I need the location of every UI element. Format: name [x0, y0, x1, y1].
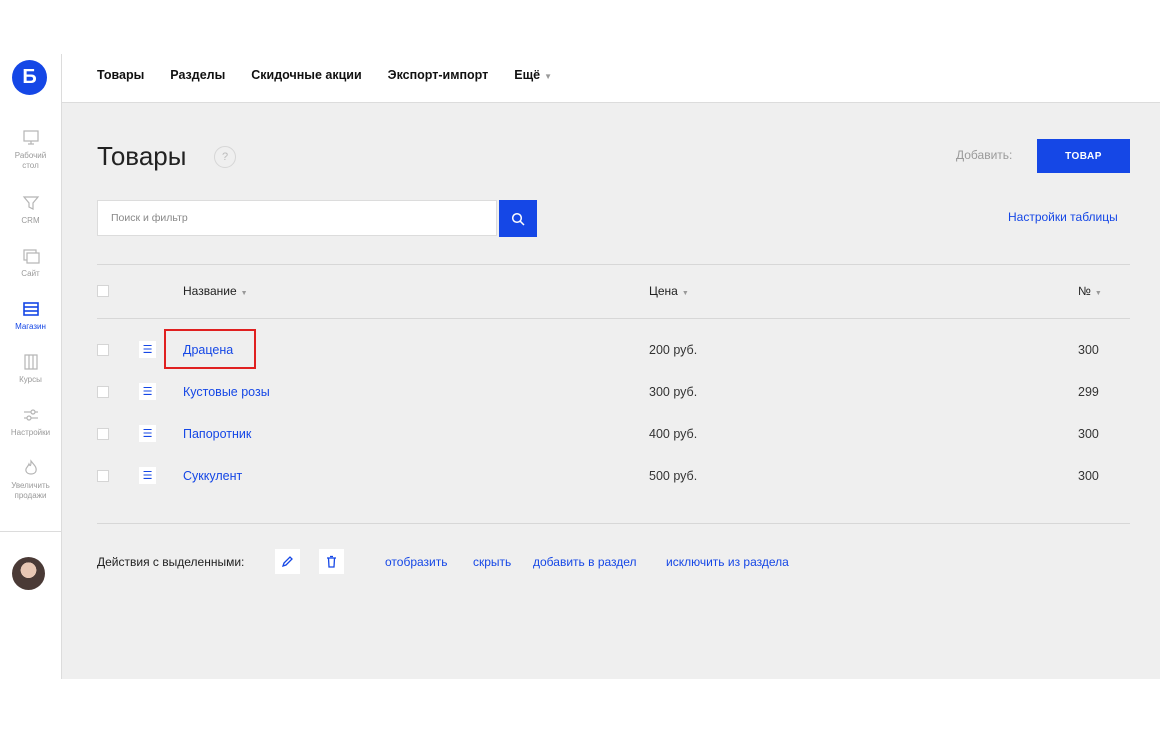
row-menu-icon[interactable]: ☰	[139, 383, 156, 400]
search-input[interactable]	[98, 201, 491, 235]
product-number: 299	[1078, 385, 1099, 399]
shop-icon	[22, 302, 39, 316]
sidebar-item-label: продажи	[14, 491, 47, 500]
product-price: 400 руб.	[649, 427, 698, 441]
desktop-icon	[22, 130, 39, 145]
column-header-price[interactable]: Цена ▼	[649, 284, 689, 298]
flame-icon	[24, 459, 37, 475]
row-menu-icon[interactable]: ☰	[139, 467, 156, 484]
sidebar-item-label: CRM	[21, 216, 40, 225]
product-name-link[interactable]: Суккулент	[183, 469, 242, 483]
row-checkbox[interactable]	[97, 344, 109, 356]
product-price: 200 руб.	[649, 343, 698, 357]
product-name-link[interactable]: Кустовые розы	[183, 385, 270, 399]
row-menu-icon[interactable]: ☰	[139, 425, 156, 442]
topnav-item-export-import[interactable]: Экспорт-импорт	[388, 68, 489, 82]
product-price: 500 руб.	[649, 469, 698, 483]
add-to-section-link[interactable]: добавить в раздел	[533, 555, 637, 569]
sidebar-item-label: Магазин	[15, 322, 46, 331]
divider	[97, 318, 1130, 319]
top-bar: Товары Разделы Скидочные акции Экспорт-и…	[62, 54, 1160, 103]
table-settings-link[interactable]: Настройки таблицы	[1008, 210, 1118, 224]
column-header-label: №	[1078, 284, 1091, 298]
sidebar-divider	[0, 531, 61, 532]
table-row: ☰ Папоротник 400 руб. 300	[62, 425, 1160, 470]
sidebar-item-site[interactable]: Сайт	[0, 247, 61, 279]
highlight-box	[164, 329, 256, 369]
row-menu-icon[interactable]: ☰	[139, 341, 156, 358]
courses-icon	[23, 354, 38, 370]
avatar[interactable]	[12, 557, 45, 590]
sidebar-item-label: Увеличить	[11, 481, 50, 490]
funnel-icon	[22, 196, 39, 210]
hide-link[interactable]: скрыть	[473, 555, 511, 569]
sidebar-item-label: Настройки	[10, 428, 51, 437]
pencil-icon	[281, 556, 293, 568]
add-product-button[interactable]: ТОВАР	[1037, 139, 1130, 173]
topnav-item-sections[interactable]: Разделы	[170, 68, 225, 82]
top-nav: Товары Разделы Скидочные акции Экспорт-и…	[97, 68, 552, 82]
topnav-item-products[interactable]: Товары	[97, 68, 144, 82]
product-number: 300	[1078, 469, 1099, 483]
sidebar-item-label: Рабочий	[14, 151, 47, 160]
row-checkbox[interactable]	[97, 386, 109, 398]
topnav-more-label: Ещё	[514, 68, 541, 82]
search-box	[97, 200, 497, 236]
main-content: Товары ? Добавить: ТОВАР Настройки табли…	[62, 103, 1160, 679]
sidebar-item-boost-sales[interactable]: Увеличить продажи	[0, 459, 61, 501]
sort-caret-icon: ▼	[1094, 290, 1102, 297]
topnav-item-more[interactable]: Ещё ▼	[514, 68, 552, 82]
column-header-label: Цена	[649, 284, 678, 298]
sidebar-item-crm[interactable]: CRM	[0, 194, 61, 226]
sidebar-item-courses[interactable]: Курсы	[0, 353, 61, 385]
trash-icon	[327, 555, 336, 568]
sidebar-item-label: Курсы	[19, 375, 42, 384]
sidebar-item-settings[interactable]: Настройки	[0, 406, 61, 438]
divider	[97, 523, 1130, 524]
column-header-number[interactable]: № ▼	[1078, 284, 1102, 298]
show-link[interactable]: отобразить	[385, 555, 447, 569]
table-row: ☰ Кустовые розы 300 руб. 299	[62, 383, 1160, 428]
sidebar-item-desktop[interactable]: Рабочий стол	[0, 129, 61, 171]
search-button[interactable]	[499, 200, 537, 237]
column-header-name[interactable]: Название ▼	[183, 284, 248, 298]
page-title: Товары	[97, 141, 187, 171]
row-checkbox[interactable]	[97, 428, 109, 440]
sort-caret-icon: ▼	[240, 290, 248, 297]
edit-button[interactable]	[275, 549, 300, 574]
product-price: 300 руб.	[649, 385, 698, 399]
settings-icon	[23, 409, 38, 421]
table-row: ☰ Суккулент 500 руб. 300	[62, 467, 1160, 512]
bulk-actions-label: Действия с выделенными:	[97, 555, 245, 569]
sidebar-item-shop[interactable]: Магазин	[0, 300, 61, 332]
sidebar-item-label: стол	[22, 161, 39, 170]
delete-button[interactable]	[319, 549, 344, 574]
select-all-checkbox[interactable]	[97, 285, 109, 297]
product-number: 300	[1078, 343, 1099, 357]
topnav-item-discounts[interactable]: Скидочные акции	[251, 68, 361, 82]
column-header-label: Название	[183, 284, 237, 298]
row-checkbox[interactable]	[97, 470, 109, 482]
help-icon[interactable]: ?	[214, 146, 236, 168]
chevron-down-icon: ▼	[544, 72, 553, 81]
logo[interactable]: Б	[12, 60, 47, 95]
site-icon	[22, 249, 40, 264]
add-label: Добавить:	[956, 148, 1013, 162]
remove-from-section-link[interactable]: исключить из раздела	[666, 555, 789, 569]
product-number: 300	[1078, 427, 1099, 441]
sidebar: Б Рабочий стол CRM Сайт Магазин Курсы На…	[0, 54, 62, 679]
search-icon	[511, 212, 525, 226]
sidebar-item-label: Сайт	[21, 269, 40, 278]
divider	[97, 264, 1130, 265]
sort-caret-icon: ▼	[681, 290, 689, 297]
product-name-link[interactable]: Папоротник	[183, 427, 251, 441]
